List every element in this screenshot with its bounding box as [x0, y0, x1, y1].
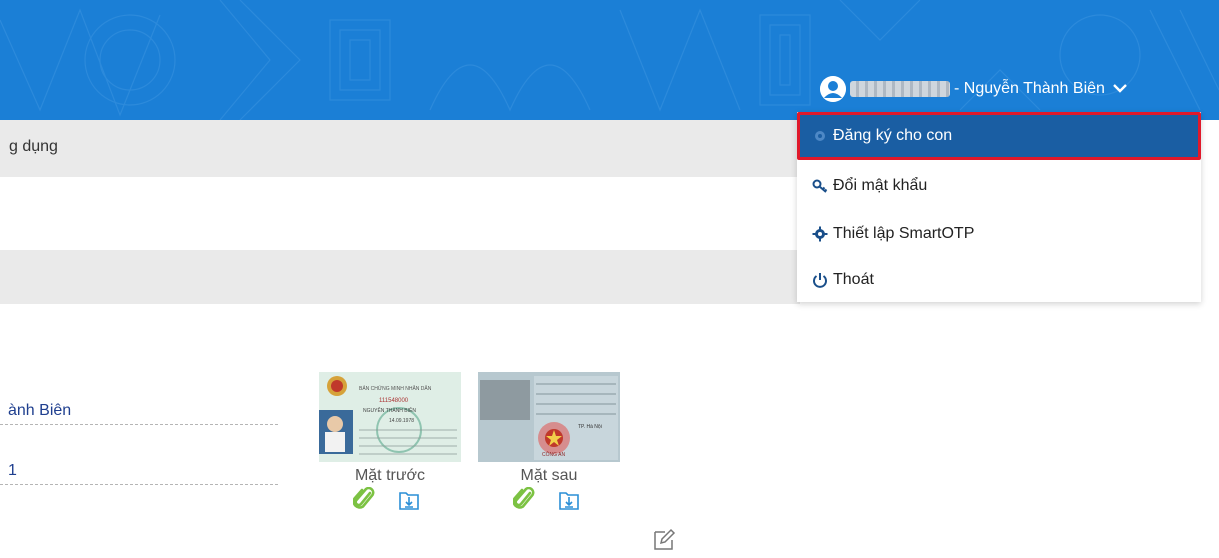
card-name-text: NGUYỄN THÀNH BIÊN	[363, 406, 416, 414]
menu-item-label: Thoát	[833, 271, 874, 288]
power-icon	[812, 272, 828, 288]
menu-item-smartotp-settings[interactable]: Thiết lập SmartOTP	[797, 210, 1201, 258]
menu-item-label: Đăng ký cho con	[833, 127, 953, 144]
back-caption: Mặt sau	[520, 467, 578, 484]
download-back-icon[interactable]	[558, 487, 580, 511]
masked-user-id	[850, 81, 950, 97]
user-avatar-icon	[820, 76, 846, 102]
breadcrumb-text: g dụng	[9, 138, 58, 155]
gear-icon	[812, 226, 828, 242]
chevron-down-icon	[1113, 80, 1127, 98]
place-text: TP. Hà Nội	[578, 424, 602, 430]
card-dob-text: 14.09.1978	[389, 418, 414, 424]
front-caption: Mặt trước	[354, 467, 426, 484]
header-bar: - Nguyễn Thành Biên	[0, 0, 1219, 120]
profile-name-value: ành Biên	[8, 402, 72, 419]
stamp-text: CÔNG AN	[542, 451, 565, 458]
user-menu-toggle[interactable]: - Nguyễn Thành Biên	[820, 75, 1127, 103]
profile-name-field: ành Biên	[0, 402, 278, 425]
id-card-front-image[interactable]: BẢN CHỨNG MINH NHÂN DÂN 111548000 NGUYỄN…	[319, 372, 461, 462]
gear-icon	[812, 128, 828, 144]
card-number-text: 111548000	[379, 398, 409, 404]
card-title-text: BẢN CHỨNG MINH NHÂN DÂN	[359, 385, 432, 392]
breadcrumb-bar: g dụng	[0, 120, 800, 177]
attach-back-icon[interactable]	[512, 486, 535, 511]
attach-front-icon[interactable]	[352, 486, 375, 511]
download-front-icon[interactable]	[398, 487, 420, 511]
menu-item-register-for-child[interactable]: Đăng ký cho con	[797, 112, 1201, 160]
menu-item-label: Thiết lập SmartOTP	[833, 225, 975, 242]
menu-item-change-password[interactable]: Đổi mật khẩu	[797, 162, 1201, 210]
user-dropdown-menu: Đăng ký cho con Đổi mật khẩu Thiết lập S…	[797, 112, 1201, 302]
profile-second-field: 1	[0, 462, 278, 485]
menu-item-label: Đổi mật khẩu	[833, 177, 928, 194]
section-bar	[0, 250, 800, 304]
id-card-back-image[interactable]: CÔNG AN TP. Hà Nội	[478, 372, 620, 462]
menu-item-logout[interactable]: Thoát	[797, 256, 1201, 304]
user-name: - Nguyễn Thành Biên	[954, 80, 1105, 97]
edit-icon[interactable]	[652, 528, 676, 552]
key-icon	[812, 178, 828, 194]
profile-second-value: 1	[8, 462, 17, 479]
